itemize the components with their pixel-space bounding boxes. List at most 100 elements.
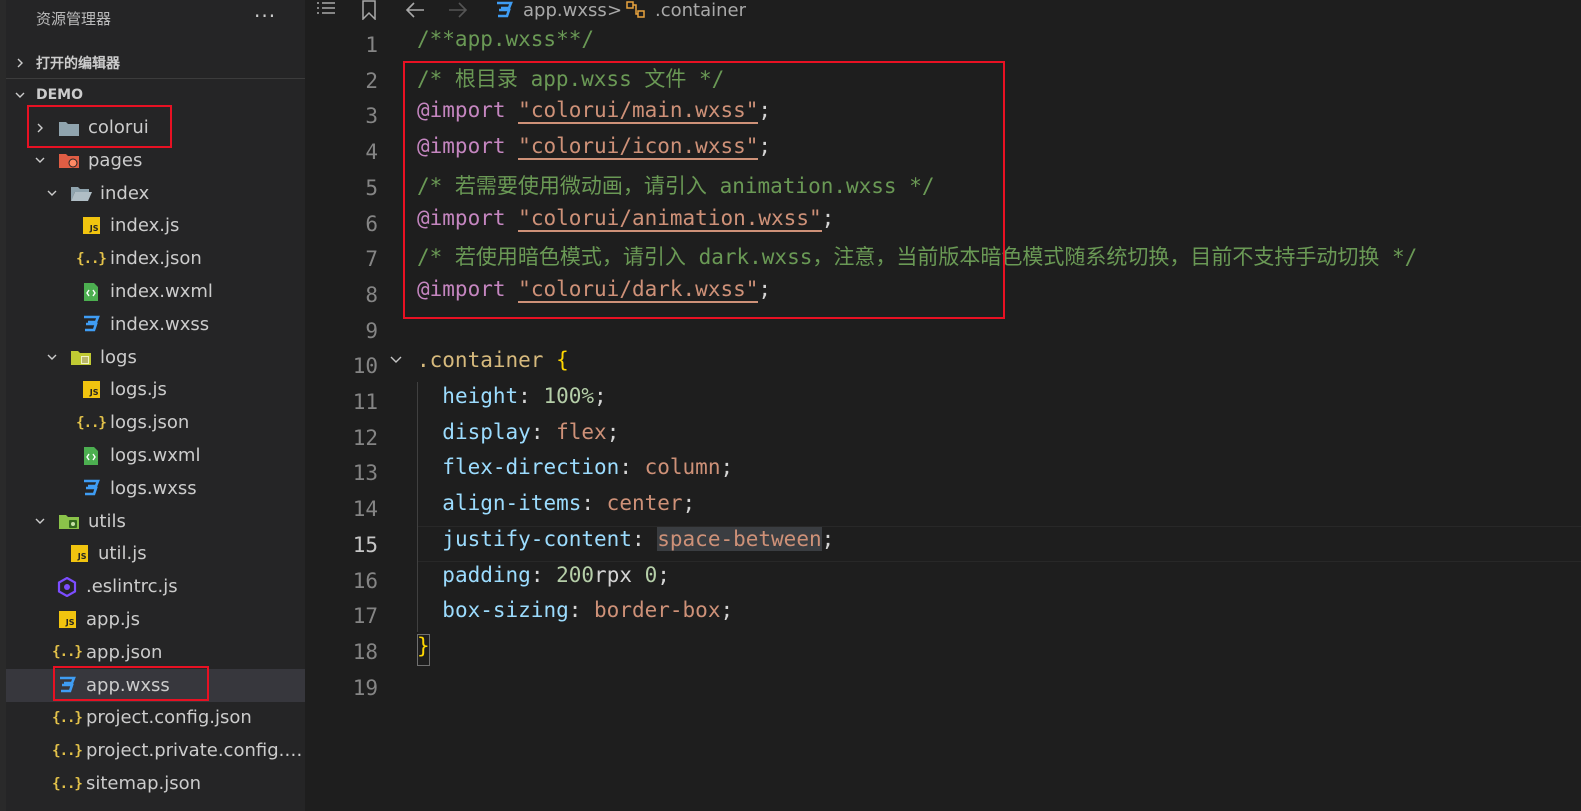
code-line[interactable]: /* 若使用暗色模式，请引入 dark.wxss，注意，当前版本暗色模式随系统切…	[417, 241, 1417, 277]
line-number: 1	[365, 33, 378, 57]
arrow-right-icon[interactable]	[447, 0, 469, 20]
tree-item-project-private-config-js[interactable]: {..} project.private.config.js...	[6, 734, 305, 767]
indent-guide	[417, 382, 418, 632]
code-line[interactable]: padding: 200rpx 0;	[417, 563, 670, 599]
code-token: box-sizing	[442, 598, 569, 623]
code-line[interactable]: /* 根目录 app.wxss 文件 */	[417, 63, 724, 99]
code-token: flex-direction	[442, 455, 620, 480]
line-number: 13	[352, 461, 378, 486]
code-editor[interactable]: app.wxss > .container 1 2 3 4 5 6 7 8 9 10 11 12 13 1…	[305, 0, 1581, 811]
code-line[interactable]: /**app.wxss**/	[417, 27, 594, 63]
line-number: 19	[352, 675, 378, 700]
tree-item-sitemap-json[interactable]: {..} sitemap.json	[6, 767, 305, 800]
breadcrumb-file[interactable]: app.wxss	[523, 0, 607, 21]
code-token: :	[530, 419, 557, 444]
code-token: /* 根目录 app.wxss 文件 */	[417, 66, 725, 91]
code-token: @import	[417, 205, 506, 230]
line-number: 12	[352, 425, 378, 450]
explorer-title: 资源管理器	[36, 10, 112, 28]
tree-item-logs-json[interactable]: {..} logs.json	[6, 406, 305, 439]
arrow-left-icon[interactable]	[404, 0, 426, 20]
code-token: column	[644, 455, 721, 480]
list-icon[interactable]	[315, 0, 337, 18]
tree-item-index-json[interactable]: {..} index.json	[6, 242, 305, 275]
tree-item-index-wxss[interactable]: index.wxss	[6, 308, 305, 341]
code-token: @import	[417, 276, 506, 301]
code-line[interactable]: flex-direction: column;	[417, 455, 733, 491]
line-number: 8	[365, 282, 378, 307]
open-editors-section[interactable]: 打开的编辑器	[6, 48, 305, 78]
code-token: justify-content	[442, 526, 632, 551]
code-token: ;	[720, 598, 734, 623]
section-divider	[6, 78, 305, 79]
more-actions-button[interactable]: ···	[254, 4, 276, 28]
code-line[interactable]: @import "colorui/main.wxss";	[417, 98, 771, 134]
bracket-match-highlight	[417, 634, 430, 666]
chevron-down-icon[interactable]	[44, 185, 60, 201]
tree-item-index-js[interactable]: JS index.js	[6, 209, 305, 242]
tree-item-utils[interactable]: utils	[6, 505, 305, 538]
bookmark-icon[interactable]	[361, 0, 377, 20]
css-file-icon	[494, 0, 514, 20]
chevron-right-icon[interactable]	[32, 120, 48, 136]
fold-chevron-icon[interactable]	[389, 351, 403, 370]
code-token: "colorui/animation.wxss"	[518, 205, 822, 232]
js-file-icon: JS	[56, 609, 78, 631]
tree-item-label: sitemap.json	[86, 773, 202, 794]
tree-item-logs-js[interactable]: JS logs.js	[6, 373, 305, 406]
project-section[interactable]: DEMO	[6, 80, 305, 110]
code-token: {	[556, 348, 569, 373]
tree-item-pages[interactable]: pages	[6, 144, 305, 177]
tree-item-app-js[interactable]: JS app.js	[6, 603, 305, 636]
wxml-file-icon	[80, 445, 102, 467]
js-file-icon: JS	[80, 215, 102, 237]
tree-item-eslintrc-js[interactable]: .eslintrc.js	[6, 570, 305, 603]
tree-item-colorui[interactable]: colorui	[6, 111, 305, 144]
code-token: height	[442, 384, 519, 408]
tree-item-label: logs.js	[110, 379, 167, 401]
code-line[interactable]: @import "colorui/icon.wxss";	[417, 134, 771, 170]
code-line[interactable]: align-items: center;	[417, 491, 695, 527]
chevron-down-icon[interactable]	[44, 349, 60, 365]
code-line[interactable]: height: 100%;	[417, 384, 606, 420]
code-token: :	[518, 384, 544, 408]
tree-item-label: utils	[88, 510, 126, 532]
code-line[interactable]: .container {	[417, 348, 569, 384]
folder-utils-icon	[58, 510, 80, 532]
breadcrumb: app.wxss > .container	[305, 0, 1581, 24]
tree-item-label: app.wxss	[86, 674, 170, 696]
code-line[interactable]: justify-content: space-between;	[417, 526, 834, 563]
tree-item-logs-wxss[interactable]: logs.wxss	[6, 472, 305, 505]
breadcrumb-symbol[interactable]: .container	[655, 0, 746, 21]
line-number: 6	[365, 211, 378, 236]
tree-item-label: index.wxss	[110, 313, 210, 335]
chevron-down-icon[interactable]	[32, 152, 48, 168]
code-token: :	[619, 455, 645, 480]
code-line[interactable]: /* 若需要使用微动画，请引入 animation.wxss */	[417, 170, 935, 206]
tree-item-app-json[interactable]: {..} app.json	[6, 636, 305, 669]
tree-item-util-js[interactable]: JS util.js	[6, 537, 305, 570]
code-line[interactable]: box-sizing: border-box;	[417, 598, 733, 634]
code-token: border-box	[594, 598, 721, 623]
code-token: ;	[758, 98, 772, 123]
tree-item-logs-wxml[interactable]: logs.wxml	[6, 439, 305, 472]
code-line[interactable]: @import "colorui/animation.wxss";	[417, 205, 834, 242]
eslint-file-icon	[56, 576, 78, 598]
wxml-file-icon	[80, 281, 102, 303]
tree-item-label: index	[100, 182, 150, 204]
tree-item-index-wxml[interactable]: index.wxml	[6, 275, 305, 308]
tree-item-logs[interactable]: logs	[6, 341, 305, 374]
chevron-down-icon[interactable]	[32, 513, 48, 529]
json-file-icon: {..}	[52, 742, 83, 759]
code-line[interactable]: @import "colorui/dark.wxss";	[417, 276, 771, 313]
tree-item-project-config-json[interactable]: {..} project.config.json	[6, 701, 305, 734]
tree-item-app-wxss[interactable]: app.wxss	[6, 668, 305, 702]
json-file-icon: {..}	[52, 709, 83, 726]
code-token: 200	[556, 562, 595, 587]
line-number: 10	[352, 354, 378, 379]
code-line[interactable]: display: flex;	[417, 420, 619, 456]
tree-item-index[interactable]: index	[6, 177, 305, 210]
